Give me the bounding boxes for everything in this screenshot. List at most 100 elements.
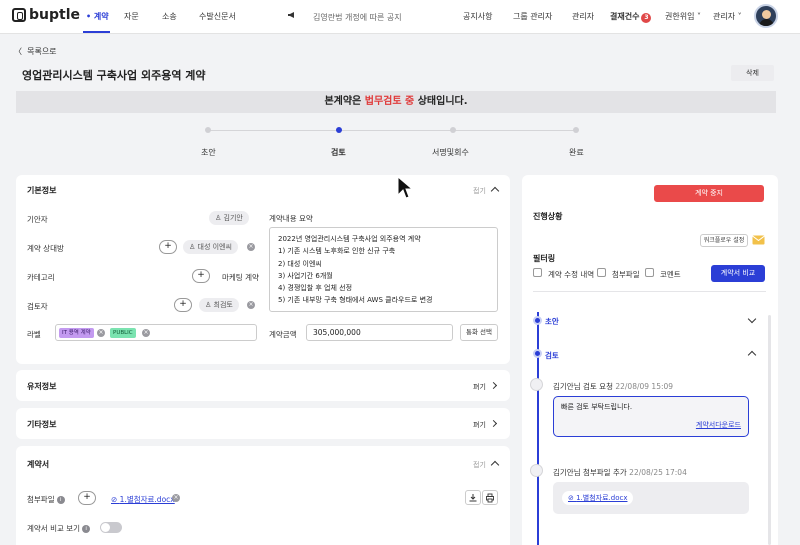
category-label: 카테고리 — [27, 273, 55, 282]
nav-notices[interactable]: 공지사항 — [463, 11, 492, 22]
user-info-card[interactable] — [16, 370, 510, 401]
tag-public: PUBLIC — [110, 328, 136, 338]
other-info-expand[interactable]: 펴기 — [473, 420, 486, 430]
step-label-review: 검토 — [331, 148, 346, 157]
event1-title: 김기안님 검토 요청 22/08/09 15:09 — [553, 382, 674, 391]
download-button[interactable] — [465, 490, 481, 505]
mouse-cursor-icon — [397, 176, 411, 199]
basic-info-title: 기본정보 — [27, 186, 57, 195]
step-dot-review — [336, 127, 342, 133]
category-value: 마케팅 계약 — [222, 273, 259, 282]
drafter-chip: ♙ 김기안 — [209, 211, 249, 225]
counterparty-label: 계약 상대방 — [27, 244, 64, 253]
contract-fold-label[interactable]: 접기 — [473, 460, 486, 470]
stage-review-label[interactable]: 검토 — [545, 350, 559, 361]
tag-it-service: IT 용역 계약 — [59, 328, 94, 338]
step-label-sign: 서명및회수 — [432, 148, 469, 157]
add-category-button[interactable]: + — [192, 269, 210, 283]
step-label-complete: 완료 — [569, 148, 584, 157]
amount-input[interactable]: 305,000,000 — [306, 324, 453, 341]
compare-view-label: 계약서 비교 보기 i — [27, 523, 91, 534]
basic-fold-label[interactable]: 접기 — [473, 186, 486, 196]
user-avatar[interactable] — [754, 4, 778, 28]
nav-approvals[interactable]: 결재건수 3 — [610, 11, 652, 23]
currency-select-button[interactable]: 통화 선택 — [460, 324, 498, 341]
step-dot-complete — [573, 127, 579, 133]
reviewer-label: 검토자 — [27, 302, 48, 311]
scrollbar[interactable] — [768, 315, 771, 545]
step-dot-sign — [450, 127, 456, 133]
summary-label: 계약내용 요약 — [269, 214, 313, 223]
filter-revisions-checkbox[interactable] — [533, 268, 542, 277]
filter-title: 필터링 — [533, 254, 556, 263]
reviewer-chip: ♙ 최검토 — [199, 298, 239, 312]
filter-comments-checkbox[interactable] — [645, 268, 654, 277]
nav-item-contract[interactable]: • 계약 — [86, 11, 109, 22]
summary-textarea[interactable]: 2022년 영업관리시스템 구축사업 외주용역 계약 1) 기존 시스템 노후화… — [269, 227, 498, 312]
comment-text: 빠른 검토 부탁드립니다. — [561, 403, 633, 411]
status-banner: 본계약은 법무검토 중 상태입니다. — [16, 91, 776, 113]
nav-delegation[interactable]: 권한위임 ˅ — [665, 11, 701, 22]
delete-button[interactable]: 삭제 — [731, 65, 774, 81]
timeline-attachment-link[interactable]: ⊘ 1.별첨자료.docx — [562, 491, 634, 505]
tag-label: 라벨 — [27, 330, 41, 339]
filter-attachments-checkbox[interactable] — [597, 268, 606, 277]
contract-download-link[interactable]: 계약서다운로드 — [561, 420, 741, 430]
document-icon — [530, 378, 543, 391]
workflow-settings-button[interactable]: 워크플로우 설정 — [700, 234, 748, 247]
remove-icon[interactable]: × — [247, 243, 255, 251]
print-button[interactable] — [482, 490, 498, 505]
attachment-file-link[interactable]: ⊘ 1.별첨자료.docx — [111, 494, 175, 505]
add-attachment-button[interactable]: + — [78, 491, 96, 505]
other-info-title: 기타정보 — [27, 420, 57, 429]
progress-title: 진행상황 — [533, 212, 563, 221]
info-icon: i — [56, 496, 65, 504]
nav-user-menu[interactable]: 관리자 ˅ — [713, 11, 742, 22]
top-navigation: buptle • 계약 자문 소송 수발신문서 김영란법 개정에 따른 공지 공… — [0, 0, 800, 34]
attachment-icon — [530, 464, 543, 477]
stepper-line — [208, 130, 576, 131]
nav-admin[interactable]: 관리자 — [572, 11, 594, 22]
add-reviewer-button[interactable]: + — [174, 298, 192, 312]
approval-count-badge: 3 — [641, 13, 652, 23]
filter-attachments-label: 첨부파일 — [612, 270, 640, 279]
other-info-card[interactable] — [16, 408, 510, 439]
mail-icon[interactable] — [752, 235, 765, 245]
info-icon: i — [82, 525, 91, 533]
nav-item-advice[interactable]: 자문 — [124, 11, 139, 22]
divider — [533, 291, 766, 292]
remove-icon[interactable]: × — [172, 494, 180, 502]
contract-title: 계약서 — [27, 460, 50, 469]
remove-icon[interactable]: × — [97, 329, 105, 337]
user-info-expand[interactable]: 펴기 — [473, 382, 486, 392]
stage-draft-label[interactable]: 초안 — [545, 316, 559, 327]
attach-label: 첨부파일 i — [27, 494, 65, 505]
stop-contract-button[interactable]: 계약 중지 — [654, 185, 764, 202]
remove-icon[interactable]: × — [142, 329, 150, 337]
timeline-dot — [533, 349, 542, 358]
compare-view-toggle[interactable] — [100, 522, 122, 533]
back-link[interactable]: 〈 목록으로 — [14, 46, 57, 57]
nav-group-admin[interactable]: 그룹 관리자 — [513, 11, 552, 22]
add-counterparty-button[interactable]: + — [159, 240, 177, 254]
nav-item-documents[interactable]: 수발신문서 — [199, 11, 236, 22]
event2-title: 김기안님 첨부파일 추가 22/08/25 17:04 — [553, 468, 687, 477]
remove-icon[interactable]: × — [247, 301, 255, 309]
timeline-line — [537, 312, 539, 545]
amount-label: 계약금액 — [269, 330, 297, 339]
nav-item-litigation[interactable]: 소송 — [162, 11, 177, 22]
filter-revisions-label: 계약 수정 내역 — [548, 270, 595, 279]
buptle-logo[interactable]: buptle — [12, 7, 80, 23]
filter-comments-label: 코멘트 — [660, 270, 681, 279]
print-icon — [486, 493, 494, 503]
page-title: 영업관리시스템 구축사업 외주용역 계약 — [22, 69, 206, 82]
compare-contract-button[interactable]: 계약서 비교 — [711, 265, 765, 282]
download-icon — [469, 494, 477, 502]
user-info-title: 유저정보 — [27, 382, 57, 391]
comment-box: 빠른 검토 부탁드립니다. 계약서다운로드 — [553, 396, 749, 437]
step-dot-draft — [205, 127, 211, 133]
notice-ticker[interactable]: 김영란법 개정에 따른 공지 — [313, 12, 402, 23]
step-label-draft: 초안 — [201, 148, 216, 157]
megaphone-icon — [288, 12, 294, 18]
timeline-dot — [533, 316, 542, 325]
